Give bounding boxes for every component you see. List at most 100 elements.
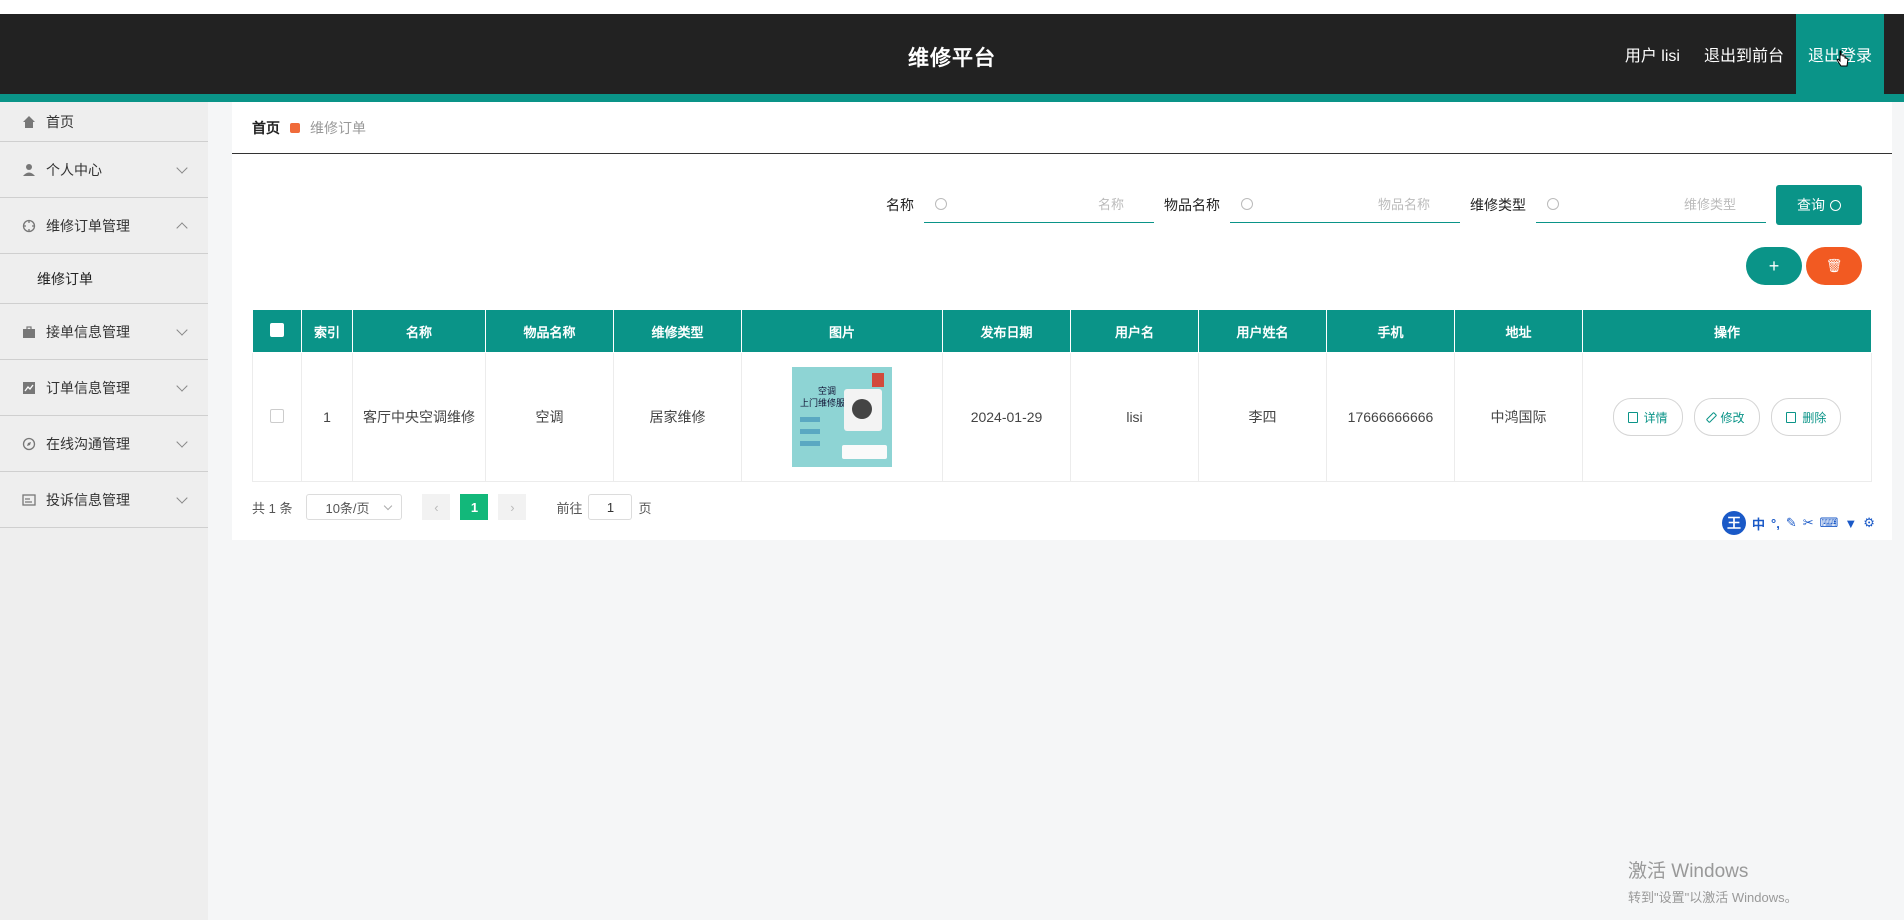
cell-date: 2024-01-29 xyxy=(942,352,1071,482)
user-icon xyxy=(23,163,35,176)
search-icon xyxy=(1241,198,1253,210)
windows-activation-watermark: 激活 Windows 转到"设置"以激活 Windows。 xyxy=(1628,856,1798,906)
column-header: 维修类型 xyxy=(613,309,742,353)
scissors-icon[interactable]: ✂ xyxy=(1803,515,1814,531)
sidebar-item-label: 投诉信息管理 xyxy=(46,491,130,508)
punctuation-icon[interactable]: °, xyxy=(1771,516,1780,531)
user-label: 用户 lisi xyxy=(1624,48,1680,65)
row-checkbox[interactable] xyxy=(270,408,284,423)
keyboard-icon[interactable]: ⌨ xyxy=(1820,515,1839,531)
page-size-select[interactable]: 10条/页 xyxy=(306,494,403,520)
query-button[interactable]: 查询 xyxy=(1776,185,1862,225)
chevron-down-icon xyxy=(176,492,188,504)
ime-toolbar: 王 中 °, ✎ ✂ ⌨ ▼ ⚙ xyxy=(1722,510,1875,536)
thumbnail-bar xyxy=(800,441,820,446)
chevron-down-icon xyxy=(176,436,188,448)
outdoor-unit-icon xyxy=(844,389,882,431)
pagination: 共 1 条 10条/页 ‹ 1 › 前往 1 页 xyxy=(252,492,652,522)
repair-type-label: 维修类型 xyxy=(1470,197,1526,213)
repair-type-search-input[interactable] xyxy=(1536,187,1766,221)
breadcrumb-home[interactable]: 首页 xyxy=(252,118,280,138)
sidebar-item-personal-center[interactable]: 个人中心 xyxy=(0,142,208,198)
pen-icon[interactable]: ✎ xyxy=(1786,515,1797,531)
sidebar-item-repair-orders[interactable]: 维修订单管理 xyxy=(0,198,208,254)
gear-icon[interactable]: ⚙ xyxy=(1863,515,1875,531)
box-icon xyxy=(872,373,884,387)
select-all-cell xyxy=(252,309,302,353)
prev-page-button[interactable]: ‹ xyxy=(422,494,451,520)
item-search-input[interactable] xyxy=(1230,187,1460,221)
search-icon xyxy=(1830,199,1841,211)
column-header: 用户名 xyxy=(1070,309,1199,353)
chevron-down-icon xyxy=(176,162,188,174)
chevron-up-icon xyxy=(176,222,188,234)
column-header: 发布日期 xyxy=(942,309,1071,353)
detail-label: 详情 xyxy=(1643,410,1668,425)
table-row: 1 客厅中央空调维修 空调 居家维修 空调 上门维修服务 2024-01-29 … xyxy=(252,352,1872,482)
breadcrumb-separator-icon xyxy=(290,122,300,133)
table-header-row: 索引 名称 物品名称 维修类型 图片 发布日期 用户名 用户姓名 手机 地址 操… xyxy=(252,309,1872,353)
ime-mode-indicator[interactable]: 中 xyxy=(1752,514,1765,533)
column-header: 操作 xyxy=(1582,309,1872,353)
edit-button[interactable]: 修改 xyxy=(1694,398,1760,436)
exit-to-front-button[interactable]: 退出到前台 xyxy=(1692,14,1796,94)
breadcrumb-current: 维修订单 xyxy=(310,119,366,136)
cell-name: 客厅中央空调维修 xyxy=(352,352,486,482)
watermark-line2: 转到"设置"以激活 Windows。 xyxy=(1628,890,1798,905)
delete-button[interactable]: 删除 xyxy=(1771,398,1842,436)
chevron-down-icon xyxy=(176,380,188,392)
sidebar-item-label: 订单信息管理 xyxy=(46,379,130,396)
detail-button[interactable]: 详情 xyxy=(1612,398,1683,436)
sidebar-subitem-repair-order[interactable]: 维修订单 xyxy=(0,254,208,304)
row-select-cell xyxy=(252,352,302,482)
thumbnail-bar xyxy=(800,417,820,422)
sidebar-item-online-chat[interactable]: 在线沟通管理 xyxy=(0,416,208,472)
sidebar-item-label: 首页 xyxy=(46,113,74,130)
column-header: 索引 xyxy=(301,309,353,353)
goto-page-input[interactable]: 1 xyxy=(588,494,633,520)
cell-username: lisi xyxy=(1070,352,1199,482)
item-search-field xyxy=(1230,187,1460,223)
select-all-checkbox[interactable] xyxy=(270,322,284,337)
cell-image: 空调 上门维修服务 xyxy=(741,352,943,482)
column-header: 地址 xyxy=(1454,309,1583,353)
cell-index: 1 xyxy=(301,352,353,482)
item-name-label: 物品名称 xyxy=(1164,197,1220,213)
cell-realname: 李四 xyxy=(1198,352,1327,482)
page-unit-label: 页 xyxy=(638,500,652,516)
cell-phone: 17666666666 xyxy=(1326,352,1455,482)
column-header: 图片 xyxy=(741,309,943,353)
shirt-icon[interactable]: ▼ xyxy=(1844,516,1857,531)
ime-logo-icon[interactable]: 王 xyxy=(1722,511,1746,535)
delete-label: 删除 xyxy=(1802,410,1827,425)
cell-address: 中鸿国际 xyxy=(1454,352,1583,482)
column-header: 手机 xyxy=(1326,309,1455,353)
sidebar-item-complaints[interactable]: 投诉信息管理 xyxy=(0,472,208,528)
top-header: 维修平台 用户 lisi 退出到前台 退出登录 xyxy=(0,14,1904,94)
sidebar-item-label: 个人中心 xyxy=(46,161,102,178)
name-search-field xyxy=(924,187,1154,223)
add-button[interactable]: + xyxy=(1746,247,1802,285)
air-conditioner-icon xyxy=(842,445,887,459)
watermark-line1: 激活 Windows xyxy=(1628,861,1749,882)
product-thumbnail[interactable]: 空调 上门维修服务 xyxy=(792,367,892,467)
cell-operations: 详情 修改 删除 xyxy=(1582,352,1872,482)
orders-table: 索引 名称 物品名称 维修类型 图片 发布日期 用户名 用户姓名 手机 地址 操… xyxy=(252,309,1872,482)
sidebar-item-label: 维修订单管理 xyxy=(46,217,130,234)
trash-icon xyxy=(1786,411,1797,423)
type-search-field xyxy=(1536,187,1766,223)
compass-icon xyxy=(22,437,36,450)
name-search-input[interactable] xyxy=(924,187,1154,221)
batch-delete-button[interactable]: 🗑 xyxy=(1806,247,1862,285)
sidebar-item-label: 在线沟通管理 xyxy=(46,435,130,452)
query-button-label: 查询 xyxy=(1797,197,1825,213)
sidebar-item-home[interactable]: 首页 xyxy=(0,102,208,142)
sidebar-item-accept-info[interactable]: 接单信息管理 xyxy=(0,304,208,360)
cell-item: 空调 xyxy=(485,352,614,482)
card-icon xyxy=(22,493,36,506)
name-label: 名称 xyxy=(886,197,914,213)
sidebar-item-order-info[interactable]: 订单信息管理 xyxy=(0,360,208,416)
page-number-current[interactable]: 1 xyxy=(460,494,489,520)
next-page-button[interactable]: › xyxy=(498,494,527,520)
breadcrumb: 首页 维修订单 xyxy=(232,102,1892,154)
